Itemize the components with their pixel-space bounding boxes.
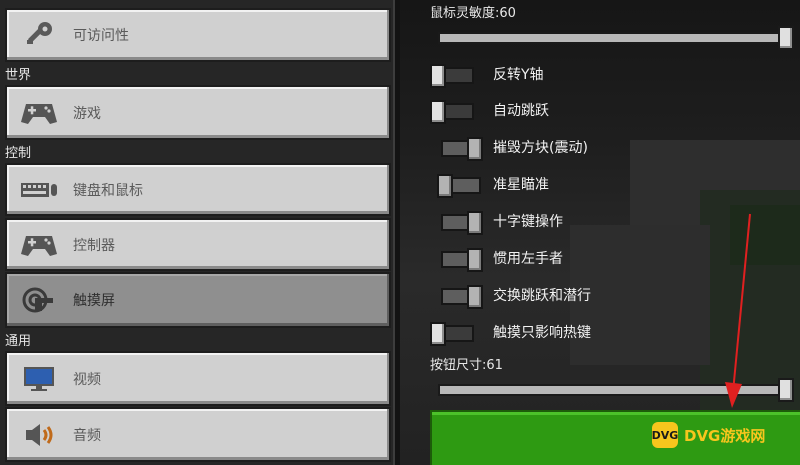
nav-controller-label: 控制器 bbox=[73, 237, 115, 254]
nav-audio-button[interactable]: 音频 bbox=[5, 407, 391, 462]
toggle-label: 反转Y轴 bbox=[493, 67, 544, 83]
controller-icon bbox=[19, 230, 59, 260]
background-block bbox=[570, 225, 710, 365]
watermark-text: DVG游戏网 bbox=[684, 426, 766, 445]
keyboard-icon bbox=[19, 175, 59, 205]
toggle-switch[interactable] bbox=[437, 211, 483, 235]
toggle-label: 自动跳跃 bbox=[493, 103, 549, 119]
nav-video-label: 视频 bbox=[73, 371, 101, 388]
nav-game-label: 游戏 bbox=[73, 105, 101, 122]
toggle-switch[interactable] bbox=[437, 137, 483, 161]
gamepad-icon bbox=[19, 98, 59, 128]
key-icon bbox=[19, 20, 59, 50]
toggle-knob bbox=[430, 64, 446, 88]
nav-audio-label: 音频 bbox=[73, 427, 101, 444]
section-controls: 控制 bbox=[5, 146, 32, 161]
nav-controller-button[interactable]: 控制器 bbox=[5, 218, 391, 271]
toggle-knob bbox=[437, 174, 453, 198]
toggle-switch[interactable] bbox=[437, 285, 483, 309]
section-general: 通用 bbox=[5, 334, 32, 349]
nav-keyboard-mouse-button[interactable]: 键盘和鼠标 bbox=[5, 163, 391, 216]
toggle-label: 交换跳跃和潜行 bbox=[493, 288, 591, 304]
toggle-switch[interactable] bbox=[430, 64, 476, 88]
toggle-knob bbox=[467, 211, 483, 235]
nav-video-button[interactable]: 视频 bbox=[5, 351, 391, 406]
button-size-label: 按钮尺寸:61 bbox=[430, 358, 503, 373]
toggle-knob bbox=[467, 285, 483, 309]
touch-settings-panel: 鼠标灵敏度:60 反转Y轴自动跳跃摧毁方块(震动) 准星瞄准十字键操作惯用左手者交… bbox=[400, 0, 800, 465]
toggle-switch[interactable] bbox=[430, 100, 476, 124]
button-size-slider-thumb[interactable] bbox=[778, 378, 794, 402]
toggle-switch[interactable] bbox=[437, 174, 483, 198]
monitor-icon bbox=[19, 364, 59, 394]
sidebar-divider bbox=[393, 0, 400, 465]
annotation-arrow-icon bbox=[725, 213, 751, 408]
toggle-label: 触摸只影响热键 bbox=[493, 325, 591, 341]
watermark: DVG DVG游戏网 bbox=[652, 422, 765, 448]
toggle-label: 惯用左手者 bbox=[493, 251, 563, 267]
nav-accessibility-button[interactable]: 可访问性 bbox=[5, 8, 391, 62]
nav-keyboard-mouse-label: 键盘和鼠标 bbox=[73, 182, 143, 199]
toggle-label: 准星瞄准 bbox=[493, 177, 549, 193]
toggle-switch[interactable] bbox=[430, 322, 476, 346]
toggle-label: 摧毁方块(震动) bbox=[493, 140, 588, 156]
nav-touchscreen-button[interactable]: 触摸屏 bbox=[5, 272, 391, 328]
touch-hand-icon bbox=[19, 285, 59, 315]
toggle-label: 十字键操作 bbox=[493, 214, 563, 230]
toggle-knob bbox=[467, 137, 483, 161]
toggle-knob bbox=[467, 248, 483, 272]
mouse-sensitivity-slider[interactable] bbox=[438, 32, 794, 44]
mouse-sensitivity-slider-thumb[interactable] bbox=[778, 26, 794, 50]
nav-accessibility-label: 可访问性 bbox=[73, 28, 129, 44]
nav-game-button[interactable]: 游戏 bbox=[5, 85, 391, 140]
toggle-knob bbox=[430, 100, 446, 124]
nav-touchscreen-label: 触摸屏 bbox=[73, 293, 115, 309]
toggle-switch[interactable] bbox=[437, 248, 483, 272]
section-world: 世界 bbox=[5, 68, 32, 83]
settings-sidebar: 可访问性 世界 游戏 控制 键盘和鼠标 控制器 触摸屏 通用 视频 音频 bbox=[0, 0, 400, 465]
toggle-knob bbox=[430, 322, 446, 346]
watermark-logo-icon: DVG bbox=[652, 422, 678, 448]
speaker-icon bbox=[19, 420, 59, 450]
mouse-sensitivity-label: 鼠标灵敏度:60 bbox=[430, 6, 516, 21]
